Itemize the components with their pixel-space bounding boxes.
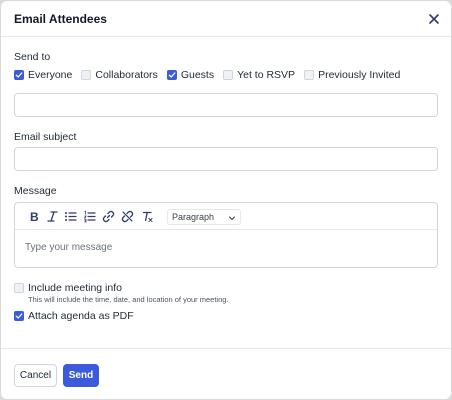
message-label: Message: [14, 185, 57, 197]
paragraph-format-value: Paragraph: [172, 212, 215, 222]
italic-icon[interactable]: [46, 210, 59, 223]
cancel-button[interactable]: Cancel: [14, 364, 57, 387]
close-icon[interactable]: [427, 12, 441, 26]
option-previously-invited-label: Previously Invited: [318, 69, 401, 81]
option-yet-to-rsvp-label: Yet to RSVP: [237, 69, 296, 81]
numbered-list-icon[interactable]: [83, 210, 96, 223]
include-meeting-info-label: Include meeting info: [28, 282, 122, 294]
send-to-label: Send to: [14, 51, 51, 63]
bullet-list-icon[interactable]: [64, 210, 77, 223]
email-subject-label: Email subject: [14, 131, 77, 143]
attach-agenda-checkbox[interactable]: [14, 311, 24, 321]
checkbox-previously-invited[interactable]: [304, 70, 315, 80]
editor-toolbar: B Paragraph: [15, 203, 437, 230]
attach-agenda-label: Attach agenda as PDF: [28, 310, 134, 322]
checkbox-everyone[interactable]: [14, 70, 24, 80]
link-icon[interactable]: [102, 210, 115, 223]
chevron-down-icon: [228, 216, 236, 221]
option-collaborators-label: Collaborators: [95, 69, 158, 81]
unlink-icon[interactable]: [121, 210, 134, 223]
recipients-input[interactable]: [14, 93, 438, 117]
include-meeting-info-checkbox[interactable]: [14, 283, 24, 293]
include-meeting-info-hint: This will include the time, date, and lo…: [28, 295, 229, 304]
svg-text:B: B: [30, 210, 39, 223]
send-button[interactable]: Send: [63, 364, 99, 387]
recipient-options: Everyone Collaborators Guests Yet to RSV…: [14, 68, 409, 82]
option-collaborators[interactable]: Collaborators: [81, 69, 158, 81]
dialog-footer: Cancel Send: [1, 348, 451, 399]
dialog-header: Email Attendees: [1, 1, 451, 37]
message-placeholder: Type your message: [25, 242, 113, 253]
clear-format-icon[interactable]: [141, 210, 154, 223]
dialog-title: Email Attendees: [14, 12, 107, 26]
option-everyone[interactable]: Everyone: [14, 69, 72, 81]
option-guests-label: Guests: [180, 69, 215, 81]
message-editor[interactable]: B Paragraph Type your message: [14, 202, 438, 268]
option-yet-to-rsvp[interactable]: Yet to RSVP: [223, 69, 295, 81]
include-meeting-info-option[interactable]: Include meeting info: [14, 282, 122, 294]
checkbox-guests[interactable]: [166, 70, 177, 80]
checkbox-collaborators[interactable]: [81, 70, 92, 80]
option-guests[interactable]: Guests: [166, 69, 215, 81]
bold-icon[interactable]: B: [28, 210, 41, 223]
email-attendees-dialog: Email Attendees Send to Everyone Collabo…: [1, 1, 451, 399]
option-everyone-label: Everyone: [28, 69, 73, 81]
email-subject-input[interactable]: [14, 147, 438, 171]
paragraph-format-select[interactable]: Paragraph: [167, 209, 241, 225]
attach-agenda-option[interactable]: Attach agenda as PDF: [14, 310, 134, 322]
checkbox-yet-to-rsvp[interactable]: [223, 70, 234, 80]
option-previously-invited[interactable]: Previously Invited: [304, 69, 400, 81]
